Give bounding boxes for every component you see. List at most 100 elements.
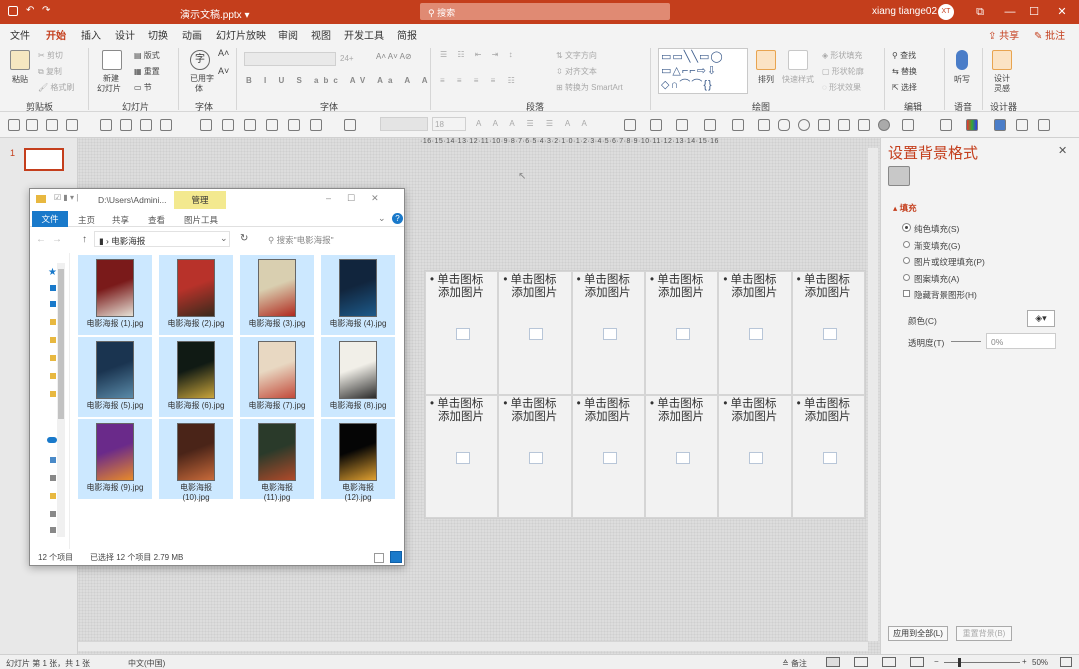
insert-picture-icon[interactable] [749, 328, 764, 340]
tab-slideshow[interactable]: 幻灯片放映 [216, 27, 266, 42]
close-icon[interactable]: ✕ [1058, 144, 1067, 157]
hide-background-label[interactable]: 隐藏背景图形(H) [914, 289, 977, 301]
pen-icon[interactable] [8, 119, 20, 131]
section-button[interactable]: ▭ 节 [134, 82, 152, 93]
reset-background-button[interactable]: 重置背景(B) [956, 626, 1012, 641]
radio-gradient-fill[interactable] [903, 241, 910, 248]
nav-icon-3[interactable] [50, 319, 56, 325]
hide-background-checkbox[interactable] [903, 290, 910, 297]
picture-placeholder[interactable]: • 单击图标 添加图片 [718, 394, 792, 518]
refresh-icon[interactable]: ↻ [240, 233, 248, 244]
text-format-icons-2[interactable]: A A A ☰ ☰ A A [476, 119, 592, 128]
file-tile[interactable]: 电影海报 (8).jpg [321, 337, 395, 417]
zoom-slider[interactable] [944, 662, 1020, 663]
search-box[interactable]: ⚲ 搜索 [420, 3, 670, 20]
tab-animations[interactable]: 动画 [182, 27, 202, 42]
radio-picture-fill[interactable] [903, 257, 910, 264]
new-slide-icon[interactable] [102, 50, 122, 70]
grow-font-2-icon[interactable]: A˄ A˅ A⊘ [376, 52, 412, 61]
nav-icon-12[interactable] [50, 527, 56, 533]
tab-view[interactable]: 视图 [311, 27, 331, 42]
transparency-slider[interactable] [951, 341, 981, 342]
shrink-font-icon[interactable]: A˅ [218, 66, 229, 76]
picture-placeholder[interactable]: • 单击图标 添加图片 [791, 271, 865, 395]
text-direction-button[interactable]: ⇅ 文字方向 [556, 50, 597, 61]
list-icons[interactable]: ☰ ☷ ⇤ ⇥ ↕ [440, 50, 517, 59]
smartart-button[interactable]: ⊞ 转换为 SmartArt [556, 82, 623, 93]
radio-pattern-fill[interactable] [903, 274, 910, 281]
checkbox-icon[interactable] [902, 119, 914, 131]
picture-placeholder[interactable]: • 单击图标 添加图片 [718, 271, 792, 395]
pencil-icon[interactable] [26, 119, 38, 131]
zoom-out-icon[interactable]: − [934, 657, 939, 666]
picture-2-icon[interactable] [1016, 119, 1028, 131]
more-icon[interactable] [1038, 119, 1050, 131]
nav-icon-6[interactable] [50, 373, 56, 379]
radio-solid-fill[interactable] [903, 224, 910, 231]
design-ideas-label-2[interactable]: 灵感 [994, 83, 1010, 94]
horizontal-scrollbar[interactable] [78, 641, 868, 651]
oval-icon[interactable] [798, 119, 810, 131]
file-tile[interactable]: 电影海报 (4).jpg [321, 255, 395, 335]
fill-section-header[interactable]: ▴ 填充 [893, 202, 917, 214]
share-button[interactable]: ⇪ 共享 [988, 27, 1019, 42]
used-font-label-2[interactable]: 体 [195, 83, 203, 94]
insert-picture-icon[interactable] [456, 328, 470, 340]
insert-picture-icon[interactable] [676, 328, 690, 340]
image-icon[interactable] [818, 119, 830, 131]
insert-picture-icon[interactable] [822, 328, 837, 340]
grow-font-icon[interactable]: A˄ [218, 48, 229, 58]
format-painter-button[interactable]: 🖌 格式刷 [38, 82, 74, 93]
details-view-icon[interactable] [374, 553, 384, 563]
rectangle-icon[interactable] [758, 119, 770, 131]
language[interactable]: 中文(中国) [128, 658, 165, 669]
user-name[interactable]: xiang tiange02 [872, 6, 937, 17]
tab-briefing[interactable]: 简报 [397, 27, 417, 42]
picture-placeholder[interactable]: • 单击图标 添加图片 [571, 271, 645, 395]
notes-button[interactable]: ≙ 备注 [782, 658, 807, 669]
nav-icon-11[interactable] [50, 511, 56, 517]
file-tile[interactable]: 电影海报 (3).jpg [240, 255, 314, 335]
find-button[interactable]: ⚲ 查找 [892, 50, 916, 61]
align-top-icon[interactable] [266, 119, 278, 131]
eraser-icon[interactable] [66, 119, 78, 131]
file-tile[interactable]: 电影海报 (12).jpg [321, 419, 395, 502]
insert-picture-icon[interactable] [602, 451, 617, 464]
nav-icon-8[interactable] [50, 457, 56, 463]
cut-button[interactable]: ✂ 剪切 [38, 50, 63, 61]
explorer-tab-picture-tools[interactable]: 图片工具 [184, 214, 218, 226]
nav-icon-10[interactable] [50, 493, 56, 499]
address-dropdown-icon[interactable]: ⌄ [220, 233, 228, 244]
effects-icon[interactable] [676, 119, 688, 131]
replace-button[interactable]: ⇆ 替换 [892, 66, 917, 77]
zoom-thumb[interactable] [958, 658, 961, 667]
designer-icon[interactable] [992, 50, 1012, 70]
option-gradient-fill[interactable]: 渐变填充(G) [914, 240, 960, 252]
send-back-icon[interactable] [160, 119, 172, 131]
insert-picture-icon[interactable] [676, 451, 690, 464]
explorer-tab-view[interactable]: 查看 [148, 214, 165, 226]
fit-slide-icon[interactable] [1060, 657, 1072, 667]
picture-placeholder[interactable]: • 单击图标 添加图片 [498, 271, 572, 395]
quick-access-star-icon[interactable]: ★ [48, 267, 57, 278]
new-slide-label-2[interactable]: 幻灯片 [97, 83, 121, 94]
nav-scrollbar[interactable] [57, 263, 65, 537]
insert-picture-icon[interactable] [602, 328, 617, 340]
dictate-label[interactable]: 听写 [954, 74, 970, 85]
explorer-window-controls[interactable]: –☐✕ [326, 193, 395, 204]
shape-outline-button[interactable]: ▢ 形状轮廓 [822, 66, 864, 77]
close-button[interactable]: ✕ [1050, 2, 1074, 22]
document-title[interactable]: 演示文稿.pptx ▾ [180, 6, 249, 21]
large-icons-view-icon[interactable] [390, 551, 402, 563]
align-icons[interactable]: ≡ ≡ ≡ ≡ ☷ [440, 76, 520, 85]
tab-developer[interactable]: 开发工具 [344, 27, 384, 42]
nav-icon-7[interactable] [50, 391, 56, 397]
nav-icon-2[interactable] [50, 301, 56, 307]
option-solid-fill[interactable]: 纯色填充(S) [914, 223, 959, 235]
fill-color-icon[interactable] [624, 119, 636, 131]
insert-picture-icon[interactable] [749, 451, 764, 464]
ribbon-display-icon[interactable]: ⧉ [968, 2, 992, 22]
reset-button[interactable]: ▦ 重置 [134, 66, 160, 77]
forward-icon[interactable]: → [52, 234, 62, 245]
maximize-button[interactable]: ☐ [1022, 2, 1046, 22]
